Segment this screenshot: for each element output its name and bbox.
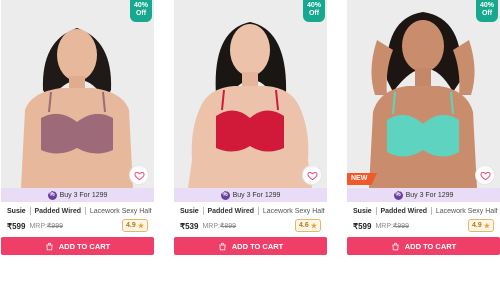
offer-percent-icon: % — [220, 190, 230, 200]
add-to-cart-label: ADD TO CART — [404, 241, 457, 251]
add-to-cart-label: ADD TO CART — [58, 241, 111, 251]
selling-price: ₹599 — [7, 221, 26, 231]
product-title[interactable]: Susie Padded Wired Lacework Sexy Half Co… — [7, 206, 152, 216]
discount-badge: 40% Off — [130, 0, 152, 22]
discount-off: Off — [308, 10, 320, 17]
rating-badge: 4.6 ★ — [295, 219, 321, 232]
wishlist-button[interactable] — [302, 165, 322, 185]
offer-text: Buy 3 For 1299 — [232, 191, 281, 199]
model-photo — [1, 0, 154, 188]
mrp-label: MRP: — [202, 223, 220, 230]
shopping-bag-icon — [219, 242, 226, 250]
star-icon: ★ — [310, 222, 317, 230]
divider — [29, 207, 31, 215]
mrp-value: ₹999 — [392, 223, 410, 230]
rating-badge: 4.9 ★ — [122, 219, 148, 232]
rating-value: 4.9 — [471, 222, 482, 229]
selling-price: ₹539 — [180, 221, 199, 231]
add-to-cart-button[interactable]: ADD TO CART — [1, 237, 154, 255]
offer-bar[interactable]: % Buy 3 For 1299 — [174, 188, 327, 202]
add-to-cart-button[interactable]: ADD TO CART — [174, 237, 327, 255]
star-icon: ★ — [483, 222, 490, 230]
divider — [258, 207, 259, 215]
product-card[interactable]: 40% Off NEW % Buy 3 For 1299 Susie Padde… — [347, 0, 500, 256]
offer-percent-icon: % — [47, 190, 57, 200]
discount-percent: 40% — [306, 2, 321, 9]
product-card[interactable]: 40% Off % Buy 3 For 1299 Susie Padded Wi… — [174, 0, 327, 256]
offer-text: Buy 3 For 1299 — [59, 191, 108, 199]
add-to-cart-button[interactable]: ADD TO CART — [347, 237, 500, 255]
star-icon: ★ — [137, 222, 144, 230]
model-photo — [347, 0, 500, 188]
brand-name: Susie — [180, 207, 199, 215]
divider — [202, 207, 204, 215]
heart-icon — [133, 171, 145, 180]
product-title[interactable]: Susie Padded Wired Lacework Sexy Half Co… — [353, 206, 498, 216]
mrp-label: MRP: — [375, 223, 393, 230]
wishlist-button[interactable] — [475, 165, 495, 185]
divider — [431, 207, 432, 215]
discount-off: Off — [135, 10, 147, 17]
mrp: MRP:₹999 — [29, 222, 63, 230]
mrp-value: ₹899 — [219, 223, 237, 230]
heart-icon — [306, 171, 318, 180]
mrp: MRP:₹999 — [375, 222, 409, 230]
rating-badge: 4.9 ★ — [468, 219, 494, 232]
product-description: Lacework Sexy Half Cov... — [435, 207, 498, 215]
add-to-cart-label: ADD TO CART — [231, 241, 284, 251]
offer-bar[interactable]: % Buy 3 For 1299 — [347, 188, 500, 202]
product-tag: Padded Wired — [34, 207, 82, 215]
product-image[interactable]: 40% Off NEW — [347, 0, 500, 188]
model-photo — [174, 0, 327, 188]
discount-off: Off — [481, 10, 493, 17]
selling-price: ₹599 — [353, 221, 372, 231]
shopping-bag-icon — [392, 242, 399, 250]
shopping-bag-icon — [46, 242, 53, 250]
heart-icon — [479, 171, 491, 180]
offer-percent-icon: % — [393, 190, 403, 200]
divider — [375, 207, 377, 215]
mrp-label: MRP: — [29, 223, 47, 230]
product-title[interactable]: Susie Padded Wired Lacework Sexy Half Co… — [180, 206, 325, 216]
rating-value: 4.6 — [298, 222, 309, 229]
discount-percent: 40% — [133, 2, 148, 9]
brand-name: Susie — [7, 207, 26, 215]
offer-bar[interactable]: % Buy 3 For 1299 — [1, 188, 154, 202]
mrp: MRP:₹899 — [202, 222, 236, 230]
product-image[interactable]: 40% Off — [1, 0, 154, 188]
product-card[interactable]: 40% Off % Buy 3 For 1299 Susie Padded Wi… — [1, 0, 154, 256]
wishlist-button[interactable] — [129, 165, 149, 185]
brand-name: Susie — [353, 207, 372, 215]
discount-percent: 40% — [479, 2, 494, 9]
discount-badge: 40% Off — [303, 0, 325, 22]
product-tag: Padded Wired — [207, 207, 255, 215]
product-description: Lacework Sexy Half Cov... — [89, 207, 152, 215]
divider — [85, 207, 86, 215]
product-tag: Padded Wired — [380, 207, 428, 215]
mrp-value: ₹999 — [46, 223, 64, 230]
product-description: Lacework Sexy Half Cov... — [262, 207, 325, 215]
offer-text: Buy 3 For 1299 — [405, 191, 454, 199]
rating-value: 4.9 — [125, 222, 136, 229]
discount-badge: 40% Off — [476, 0, 498, 22]
product-image[interactable]: 40% Off — [174, 0, 327, 188]
